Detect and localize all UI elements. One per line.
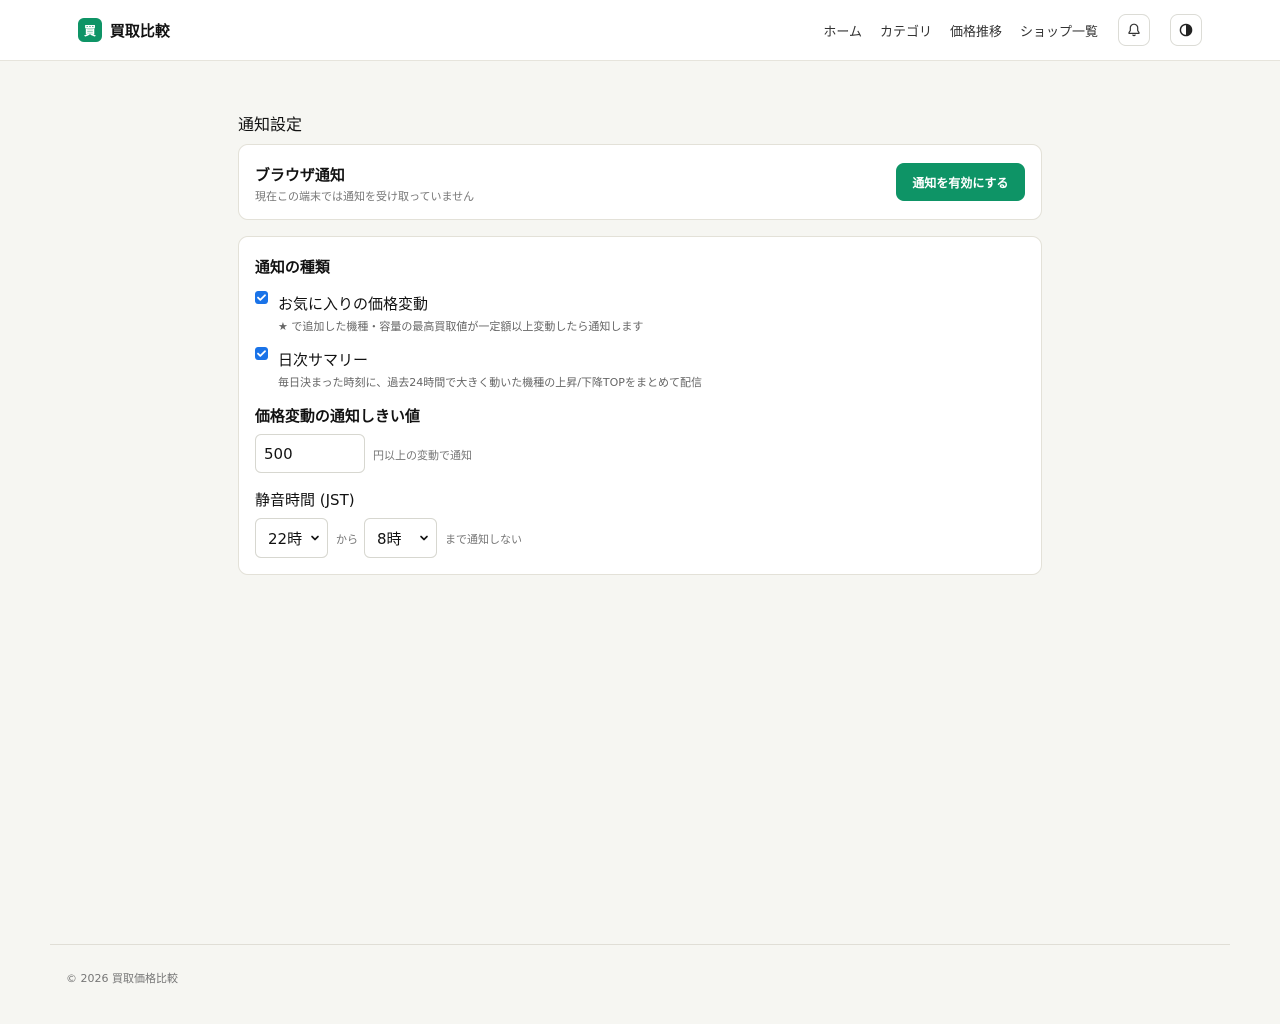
bell-icon [1128,23,1140,37]
browser-notification-card: ブラウザ通知 現在この端末では通知を受け取っていません 通知を有効にする [238,144,1042,220]
daily-summary-description: 毎日決まった時刻に、過去24時間で大きく動いた機種の上昇/下降TOPをまとめて配… [278,376,702,389]
threshold-hint: 円以上の変動で通知 [373,449,472,462]
footer-copyright: © 2026 買取価格比較 [66,972,178,985]
contrast-icon [1179,23,1193,37]
quiet-until-text: まで通知しない [445,533,522,546]
quiet-hours-label: 静音時間 (JST) [255,491,355,509]
favorite-price-change-label[interactable]: お気に入りの価格変動 [278,293,428,314]
enable-notifications-button[interactable]: 通知を有効にする [896,163,1025,201]
nav-link-shop-list[interactable]: ショップ一覧 [1020,21,1098,40]
page-title: 通知設定 [238,115,303,134]
main-nav: ホーム カテゴリ 価格推移 ショップ一覧 [805,21,1098,40]
favorite-price-change-description: ★ で追加した機種・容量の最高買取値が一定額以上変動したら通知します [278,320,644,333]
quiet-end-value: 8時 [377,529,402,548]
quiet-start-value: 22時 [268,529,303,548]
nav-link-home[interactable]: ホーム [823,21,862,40]
checkmark-icon [257,294,266,301]
brand-name: 買取比較 [110,21,171,40]
footer-divider [50,944,1230,945]
checkmark-icon [257,350,266,357]
notification-types-card: 通知の種類 お気に入りの価格変動 ★ で追加した機種・容量の最高買取値が一定額以… [238,236,1042,575]
notifications-button[interactable] [1118,14,1150,46]
favorite-price-change-checkbox[interactable] [255,291,268,304]
site-header: 買 買取比較 ホーム カテゴリ 価格推移 ショップ一覧 [0,0,1280,61]
nav-link-category[interactable]: カテゴリ [880,21,932,40]
chevron-down-icon [420,535,428,541]
threshold-label: 価格変動の通知しきい値 [255,407,421,425]
brand-logo-link[interactable]: 買 買取比較 [78,18,170,42]
daily-summary-checkbox[interactable] [255,347,268,360]
quiet-from-text: から [336,533,358,546]
threshold-input[interactable] [255,434,365,473]
browser-notification-status: 現在この端末では通知を受け取っていません [255,190,475,203]
quiet-end-select[interactable]: 8時 [364,518,437,558]
logo-mark: 買 [78,18,102,42]
nav-link-price-trend[interactable]: 価格推移 [950,21,1002,40]
notification-types-title: 通知の種類 [255,258,331,276]
theme-toggle-button[interactable] [1170,14,1202,46]
browser-notification-title: ブラウザ通知 [255,166,346,184]
daily-summary-label[interactable]: 日次サマリー [278,349,368,370]
quiet-start-select[interactable]: 22時 [255,518,328,558]
chevron-down-icon [311,535,319,541]
